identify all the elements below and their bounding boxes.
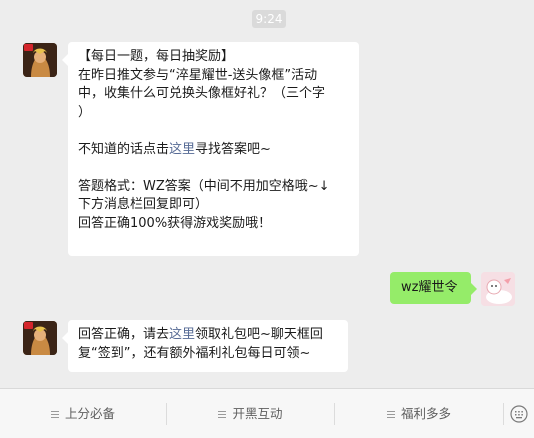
text-segment: 不知道的话点击	[78, 141, 170, 157]
timestamp: 9:24	[252, 10, 286, 28]
message-bubble-1[interactable]: 【每日一题，每日抽奖励】 在昨日推文参与“淬星耀世-送头像框”活动 中，收集什么…	[62, 42, 359, 256]
menu-item-benefits[interactable]: 福利多多	[335, 389, 503, 438]
message-line: 下方消息栏回复即可）	[78, 197, 209, 212]
reward-link[interactable]: 这里	[169, 327, 195, 342]
game-avatar[interactable]	[23, 43, 57, 77]
message-line: wz耀世令	[401, 280, 458, 295]
text-segment: 领取礼包吧~聊天框回	[195, 327, 323, 342]
menu-label: 开黑互动	[232, 406, 283, 421]
answer-link[interactable]: 这里	[169, 142, 195, 157]
user-avatar[interactable]	[481, 272, 515, 306]
message-line: 复“签到”，还有额外福利礼包每日可领~	[78, 345, 311, 361]
text-segment: 寻找答案吧~	[195, 141, 271, 157]
message-line: 【每日一题，每日抽奖励】	[78, 49, 235, 64]
menu-label: 福利多多	[400, 406, 451, 421]
menu-icon	[218, 411, 227, 418]
message-line: 中，收集什么可兑换头像框好礼？（三个字	[78, 86, 326, 101]
game-avatar[interactable]	[23, 321, 57, 355]
message-line: 不知道的话点击这里寻找答案吧~	[78, 141, 349, 160]
menu-icon	[50, 411, 59, 418]
user-message-bubble[interactable]: wz耀世令	[390, 272, 477, 304]
message-line: 回答正确100%获得游戏奖励哦！	[78, 215, 272, 231]
message-line: ）	[78, 104, 92, 120]
menu-label: 上分必备	[64, 406, 115, 421]
message-bubble-2[interactable]: 回答正确，请去这里领取礼包吧~聊天框回 复“签到”，还有额外福利礼包每日可领~	[62, 320, 348, 372]
message-line: 在昨日推文参与“淬星耀世-送头像框”活动	[78, 67, 318, 83]
text-segment: 回答正确，请去	[78, 327, 170, 342]
menu-icon	[386, 411, 395, 418]
menu-item-team[interactable]: 开黑互动	[167, 389, 334, 438]
menu-item-ranking[interactable]: 上分必备	[0, 389, 166, 438]
message-line: 回答正确，请去这里领取礼包吧~聊天框回	[78, 326, 338, 345]
bottom-menu: 上分必备 开黑互动 福利多多	[0, 388, 534, 438]
message-line: 答题格式：WZ答案（中间不用加空格哦~↓	[78, 178, 330, 194]
keyboard-icon[interactable]	[504, 389, 534, 438]
